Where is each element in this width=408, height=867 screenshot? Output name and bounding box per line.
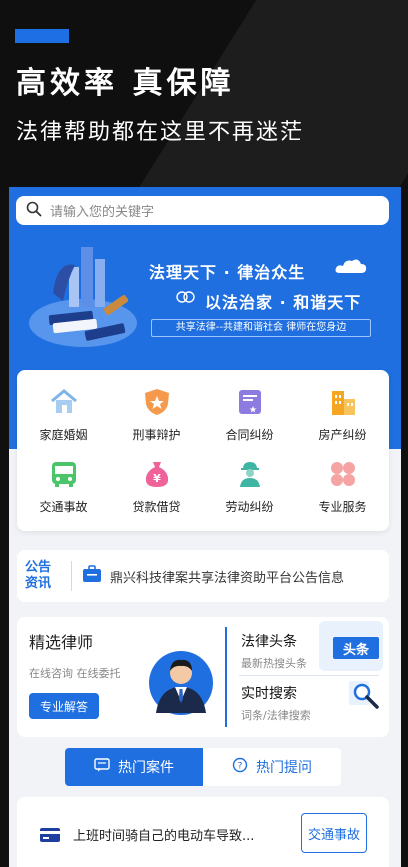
realtime-search-subtitle: 词条/法律搜索 xyxy=(241,709,311,722)
lawyer-avatar xyxy=(149,651,213,715)
service-item-traffic[interactable]: 交通事故 xyxy=(17,451,110,524)
headlines-subtitle: 最新热搜头条 xyxy=(241,657,307,670)
service-grid: 家庭婚姻 刑事辩护 合同纠纷 房产纠纷 交通事故 ¥ 贷款借贷 劳动纠纷 专业服 xyxy=(17,370,389,531)
tab-hot-cases[interactable]: 热门案件 xyxy=(65,748,203,786)
banner-slogan-1: 法理天下 · 律治众生 xyxy=(149,263,306,282)
tab-hot-questions[interactable]: ? 热门提问 xyxy=(203,748,341,786)
app-screen: 请输入您的关键字 法理天下 · 律治众生 以法治家 · 和谐天下 共享法律--共… xyxy=(9,187,401,867)
case-list-item[interactable]: 上班时间骑自己的电动车导致... 交通事故 xyxy=(17,797,389,867)
house-icon xyxy=(48,386,80,418)
search-bar[interactable]: 请输入您的关键字 xyxy=(16,196,389,225)
featured-lawyer-panel[interactable]: 精选律师 在线咨询 在线委托 专业解答 xyxy=(29,629,121,719)
divider xyxy=(239,675,379,676)
law-books-illustration xyxy=(29,247,137,347)
notice-tag-line2: 资讯 xyxy=(25,576,52,591)
service-item-professional[interactable]: 专业服务 xyxy=(296,451,389,524)
question-icon: ? xyxy=(232,757,248,777)
banner-slogan-3: 共享法律--共建和谐社会 律师在您身边 xyxy=(151,319,371,337)
promo-title: 高效率 真保障 xyxy=(16,66,235,101)
briefcase-icon xyxy=(82,565,102,587)
magnifier-icon xyxy=(349,681,379,709)
headlines-title[interactable]: 法律头条 xyxy=(241,631,297,651)
notice-tag: 公告 资讯 xyxy=(17,560,67,592)
service-item-family[interactable]: 家庭婚姻 xyxy=(17,378,110,451)
service-label: 合同纠纷 xyxy=(225,427,274,442)
buildings-icon xyxy=(327,386,359,418)
service-label: 家庭婚姻 xyxy=(39,427,88,442)
promo-accent-bar xyxy=(15,29,69,43)
divider xyxy=(71,561,72,591)
tab-label: 热门提问 xyxy=(256,760,312,776)
promo-subtitle: 法律帮助都在这里不再迷茫 xyxy=(16,120,305,145)
search-input[interactable]: 请输入您的关键字 xyxy=(50,201,154,220)
service-label: 贷款借贷 xyxy=(132,500,181,515)
notice-bar[interactable]: 公告 资讯 鼎兴科技律案共享法律资助平台公告信息 xyxy=(17,550,389,602)
promo-header: 高效率 真保障 法律帮助都在这里不再迷茫 xyxy=(0,0,408,190)
service-label: 专业服务 xyxy=(318,500,367,515)
service-label: 交通事故 xyxy=(39,500,88,515)
lawyer-title: 精选律师 xyxy=(29,633,94,652)
service-label: 房产纠纷 xyxy=(318,427,367,442)
message-icon xyxy=(94,758,110,776)
lawyer-subtitle: 在线咨询 在线委托 xyxy=(29,667,121,680)
svg-text:?: ? xyxy=(238,762,243,772)
search-icon xyxy=(26,201,42,221)
case-category-tag[interactable]: 交通事故 xyxy=(301,813,367,853)
card-icon xyxy=(40,828,60,842)
notice-tag-line1: 公告 xyxy=(25,560,52,575)
lawyer-headlines-card: 精选律师 在线咨询 在线委托 专业解答 法律头条 最新热搜头条 头条 实时搜索 … xyxy=(17,617,389,737)
tab-label: 热门案件 xyxy=(118,760,174,776)
service-label: 劳动纠纷 xyxy=(225,500,274,515)
service-item-loan[interactable]: ¥ 贷款借贷 xyxy=(110,451,203,524)
professional-answer-button[interactable]: 专业解答 xyxy=(29,693,99,719)
rings-icon xyxy=(176,291,195,303)
service-item-labor[interactable]: 劳动纠纷 xyxy=(203,451,296,524)
banner[interactable]: 法理天下 · 律治众生 以法治家 · 和谐天下 共享法律--共建和谐社会 律师在… xyxy=(9,237,401,357)
case-tabs: 热门案件 ? 热门提问 xyxy=(65,748,341,786)
service-label: 刑事辩护 xyxy=(132,427,181,442)
card-divider xyxy=(225,627,227,727)
money-bag-icon: ¥ xyxy=(141,458,173,490)
case-title: 上班时间骑自己的电动车导致... xyxy=(73,829,255,844)
service-item-contract[interactable]: 合同纠纷 xyxy=(203,378,296,451)
service-item-property[interactable]: 房产纠纷 xyxy=(296,378,389,451)
service-item-criminal[interactable]: 刑事辩护 xyxy=(110,378,203,451)
contract-icon xyxy=(234,386,266,418)
notice-text: 鼎兴科技律案共享法律资助平台公告信息 xyxy=(110,570,345,586)
shield-star-icon xyxy=(141,386,173,418)
banner-slogan-2: 以法治家 · 和谐天下 xyxy=(205,293,362,312)
bus-icon xyxy=(48,458,80,490)
realtime-search-title[interactable]: 实时搜索 xyxy=(241,683,297,703)
worker-icon xyxy=(234,458,266,490)
cloud-icon xyxy=(335,259,367,273)
flower-grid-icon xyxy=(327,458,359,490)
svg-text:¥: ¥ xyxy=(153,472,161,485)
headline-badge: 头条 xyxy=(333,637,379,659)
